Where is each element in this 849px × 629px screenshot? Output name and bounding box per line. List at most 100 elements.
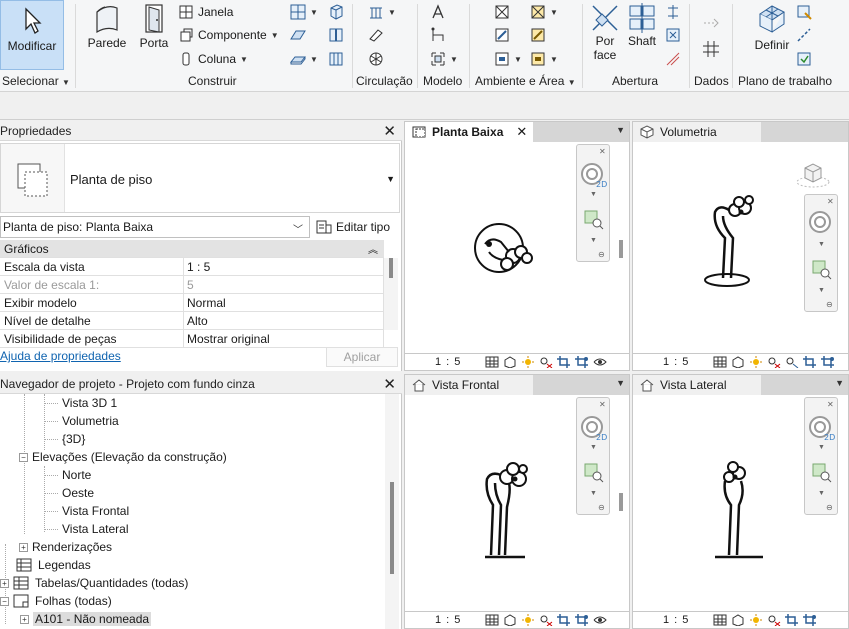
crop-region-icon[interactable] xyxy=(575,356,589,368)
crop-icon[interactable] xyxy=(785,614,799,626)
properties-scrollbar[interactable] xyxy=(384,258,398,330)
view-scrollbar[interactable] xyxy=(619,493,623,511)
modify-button[interactable]: Modificar xyxy=(0,0,64,70)
curtain-system-button[interactable]: ▼ xyxy=(290,1,318,23)
chevron-down-icon[interactable]: ▼ xyxy=(590,191,597,198)
tag-area-button[interactable]: ▼ xyxy=(530,48,558,70)
properties-help-link[interactable]: Ajuda de propriedades xyxy=(0,349,121,363)
crop-region-icon[interactable] xyxy=(575,614,589,626)
steering-wheel-icon[interactable] xyxy=(807,209,837,239)
detail-level-icon[interactable] xyxy=(485,614,499,626)
graphics-section[interactable]: Gráficos ︽ xyxy=(0,240,384,258)
chevron-down-icon[interactable]: ▼ xyxy=(590,444,597,451)
level-button[interactable] xyxy=(702,12,720,34)
sun-path-icon[interactable] xyxy=(749,356,763,368)
zoom-icon[interactable] xyxy=(579,460,609,484)
expand-icon[interactable]: + xyxy=(0,578,9,588)
component-button[interactable]: Componente ▼ xyxy=(178,24,279,46)
viewcube-icon[interactable] xyxy=(793,156,833,192)
type-selector[interactable]: Planta de piso ▼ xyxy=(0,143,400,213)
ref-plane-button[interactable] xyxy=(796,24,812,46)
tree-item-norte[interactable]: Norte xyxy=(62,466,91,484)
navigation-bar[interactable]: ✕ 2D ▼ ▼ ⊖ xyxy=(804,397,838,515)
close-tab-icon[interactable]: ✕ xyxy=(516,124,527,140)
close-icon[interactable]: ✕ xyxy=(383,375,396,393)
room-separator-button[interactable] xyxy=(494,24,510,46)
zoom-icon[interactable] xyxy=(807,257,837,281)
detail-level-icon[interactable] xyxy=(713,356,727,368)
close-icon[interactable]: ✕ xyxy=(827,400,834,409)
edit-type-button[interactable]: Editar tipo xyxy=(316,216,390,238)
tab-vista-frontal[interactable]: Vista Frontal xyxy=(405,375,533,395)
property-row[interactable]: Escala da vista 1 : 5 xyxy=(0,258,384,276)
model-line-button[interactable] xyxy=(430,24,446,46)
chevron-down-icon[interactable]: ▼ xyxy=(590,490,597,497)
zoom-icon[interactable] xyxy=(807,460,837,484)
close-icon[interactable]: ✕ xyxy=(827,197,834,206)
visual-style-icon[interactable] xyxy=(503,356,517,369)
tree-item-sheets[interactable]: − Folhas (todas) xyxy=(0,592,112,610)
property-value[interactable]: Mostrar original xyxy=(184,330,384,347)
crop-icon[interactable] xyxy=(557,356,571,368)
view-vista-lateral[interactable]: Vista Lateral ▼ ✕ 2D ▼ ▼ ⊖ 1 : 5 xyxy=(632,374,849,629)
close-icon[interactable]: ✕ xyxy=(383,122,396,140)
ceiling-button[interactable] xyxy=(328,48,344,70)
wall-opening-button[interactable] xyxy=(665,1,681,23)
close-icon[interactable]: ✕ xyxy=(599,400,606,409)
view-scale[interactable]: 1 : 5 xyxy=(435,614,461,626)
wall-button[interactable]: Parede xyxy=(84,2,130,50)
set-workplane-button[interactable]: Definir xyxy=(750,2,794,52)
property-value[interactable]: 1 : 5 xyxy=(184,258,384,275)
shaft-button[interactable]: Shaft xyxy=(624,2,660,48)
apply-button[interactable]: Aplicar xyxy=(326,347,398,367)
ramp-button[interactable] xyxy=(368,24,384,46)
view-vista-frontal[interactable]: Vista Frontal ▼ ✕ 2D ▼ ▼ ⊖ 1 : 5 xyxy=(404,374,630,629)
select-group-label[interactable]: Selecionar ▼ xyxy=(2,74,70,88)
sun-path-icon[interactable] xyxy=(521,614,535,626)
instance-filter-select[interactable]: Planta de piso: Planta Baixa ﹀ xyxy=(0,216,310,238)
steering-wheel-icon[interactable]: 2D xyxy=(579,414,609,444)
crop-icon[interactable] xyxy=(557,614,571,626)
railing-button[interactable]: ▼ xyxy=(368,1,396,23)
navigation-bar[interactable]: ✕ 2D ▼ ▼ ⊖ xyxy=(576,144,610,262)
steering-wheel-icon[interactable]: 2D xyxy=(579,161,609,191)
steering-wheel-icon[interactable]: 2D xyxy=(807,414,837,444)
chevron-down-icon[interactable]: ▼ xyxy=(818,490,825,497)
sun-path-icon[interactable] xyxy=(521,356,535,368)
options-icon[interactable]: ⊖ xyxy=(826,503,833,512)
tree-item-3d[interactable]: {3D} xyxy=(62,430,85,448)
area-boundary-button[interactable] xyxy=(530,24,546,46)
visual-style-icon[interactable] xyxy=(731,614,745,627)
tree-item-oeste[interactable]: Oeste xyxy=(62,484,94,502)
room-button[interactable] xyxy=(494,1,510,23)
tree-item-renderings[interactable]: + Renderizações xyxy=(19,538,112,556)
chevron-down-icon[interactable]: ▼ xyxy=(818,241,825,248)
area-button[interactable]: ▼ xyxy=(530,1,558,23)
column-button[interactable]: Coluna ▼ xyxy=(178,48,248,70)
view-scale[interactable]: 1 : 5 xyxy=(663,614,689,626)
property-row[interactable]: Nível de detalhe Alto xyxy=(0,312,384,330)
collapse-icon[interactable]: − xyxy=(19,452,28,462)
view-scale[interactable]: 1 : 5 xyxy=(435,356,461,368)
tree-item-vista-lateral[interactable]: Vista Lateral xyxy=(62,520,129,538)
property-row[interactable]: Visibilidade de peças Mostrar original xyxy=(0,330,384,348)
render-icon[interactable] xyxy=(785,356,799,369)
navigation-bar[interactable]: ✕ ▼ ▼ ⊖ xyxy=(804,194,838,312)
collapse-icon[interactable]: − xyxy=(0,596,9,606)
roof-button[interactable] xyxy=(290,24,306,46)
view-menu-icon[interactable]: ▼ xyxy=(835,378,844,388)
type-dropdown-icon[interactable]: ▼ xyxy=(386,174,395,184)
shadows-icon[interactable] xyxy=(539,614,553,627)
by-face-button[interactable]: Por face xyxy=(588,2,622,62)
tab-volumetria[interactable]: Volumetria xyxy=(633,122,761,142)
view-planta-baixa[interactable]: Planta Baixa ✕ ▼ ✕ 2D ▼ ▼ ⊖ 1 : 5 xyxy=(404,121,630,371)
crop-icon[interactable] xyxy=(803,356,817,368)
dormer-opening-button[interactable] xyxy=(665,48,681,70)
expand-icon[interactable]: + xyxy=(19,542,28,552)
grid-button[interactable] xyxy=(702,38,720,60)
tree-item-elevations[interactable]: − Elevações (Elevação da construção) xyxy=(19,448,227,466)
vertical-opening-button[interactable] xyxy=(665,24,681,46)
tree-item-schedules[interactable]: + Tabelas/Quantidades (todas) xyxy=(0,574,188,592)
tab-vista-lateral[interactable]: Vista Lateral xyxy=(633,375,761,395)
options-icon[interactable]: ⊖ xyxy=(598,250,605,259)
